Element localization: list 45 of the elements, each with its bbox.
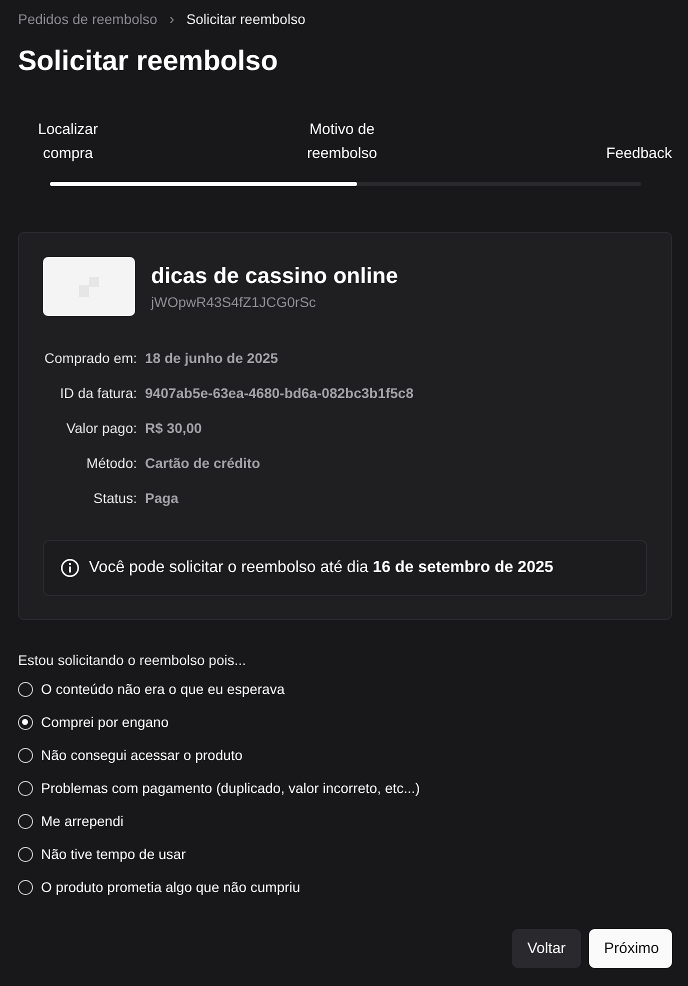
option-label: Comprei por engano xyxy=(41,713,169,732)
option-label: Não consegui acessar o produto xyxy=(41,746,243,765)
step-label: Localizar compra xyxy=(36,120,100,164)
detail-label: ID da fatura: xyxy=(58,384,137,403)
radio-button[interactable] xyxy=(18,781,33,796)
option-label: Não tive tempo de usar xyxy=(41,845,186,864)
option-label: O produto prometia algo que não cumpriu xyxy=(41,878,300,897)
option-label: Problemas com pagamento (duplicado, valor incorreto, etc...) xyxy=(41,779,420,798)
radio-button[interactable] xyxy=(18,880,33,895)
page-title: Solicitar reembolso xyxy=(18,44,279,78)
breadcrumb-link[interactable]: Pedidos de reembolso xyxy=(18,11,158,27)
radio-option[interactable]: O produto prometia algo que não cumpriu xyxy=(18,878,672,897)
question-label: Estou solicitando o reembolso pois... xyxy=(18,652,248,668)
info-icon xyxy=(60,558,80,578)
detail-value: 9407ab5e-63ea-4680-bd6a-082bc3b1f5c8 xyxy=(145,384,414,403)
detail-value: R$ 30,00 xyxy=(145,419,203,438)
radio-button[interactable] xyxy=(18,682,33,697)
option-label: Me arrependi xyxy=(41,812,124,831)
next-button[interactable]: Próximo xyxy=(589,929,672,968)
breadcrumb-separator: › xyxy=(169,10,174,28)
product-name: dicas de cassino online xyxy=(151,263,398,289)
option-label: O conteúdo não era o que eu esperava xyxy=(41,680,285,699)
radio-button[interactable] xyxy=(18,814,33,829)
detail-label: Valor pago: xyxy=(65,419,137,438)
radio-option[interactable]: Problemas com pagamento (duplicado, valor incorreto, etc...) xyxy=(18,779,672,798)
detail-label: Método: xyxy=(85,454,137,473)
radio-option[interactable]: Não tive tempo de usar xyxy=(18,845,672,864)
detail-value: Cartão de crédito xyxy=(145,454,262,473)
radio-option[interactable]: Me arrependi xyxy=(18,812,672,831)
detail-label: Status: xyxy=(92,489,137,508)
radio-option[interactable]: Comprei por engano xyxy=(18,713,672,732)
breadcrumb-current: Solicitar reembolso xyxy=(186,11,306,27)
radio-option[interactable]: Não consegui acessar o produto xyxy=(18,746,672,765)
step-label: Motivo de reembolso xyxy=(306,120,378,164)
detail-label: Comprado em: xyxy=(43,349,137,368)
detail-value: Paga xyxy=(145,489,180,508)
product-code: jWOpwR43S4fZ1JCG0rSc xyxy=(151,294,317,310)
step-label: Feedback xyxy=(606,144,672,164)
radio-button[interactable] xyxy=(18,748,33,763)
detail-value: 18 de junho de 2025 xyxy=(145,349,280,368)
back-button[interactable]: Voltar xyxy=(512,929,581,968)
notice-text: Você pode solicitar o reembolso até dia 16 de setembro de 2025 xyxy=(89,559,554,577)
radio-option[interactable]: O conteúdo não era o que eu esperava xyxy=(18,680,672,699)
radio-button[interactable] xyxy=(18,847,33,862)
radio-button[interactable] xyxy=(18,715,33,730)
